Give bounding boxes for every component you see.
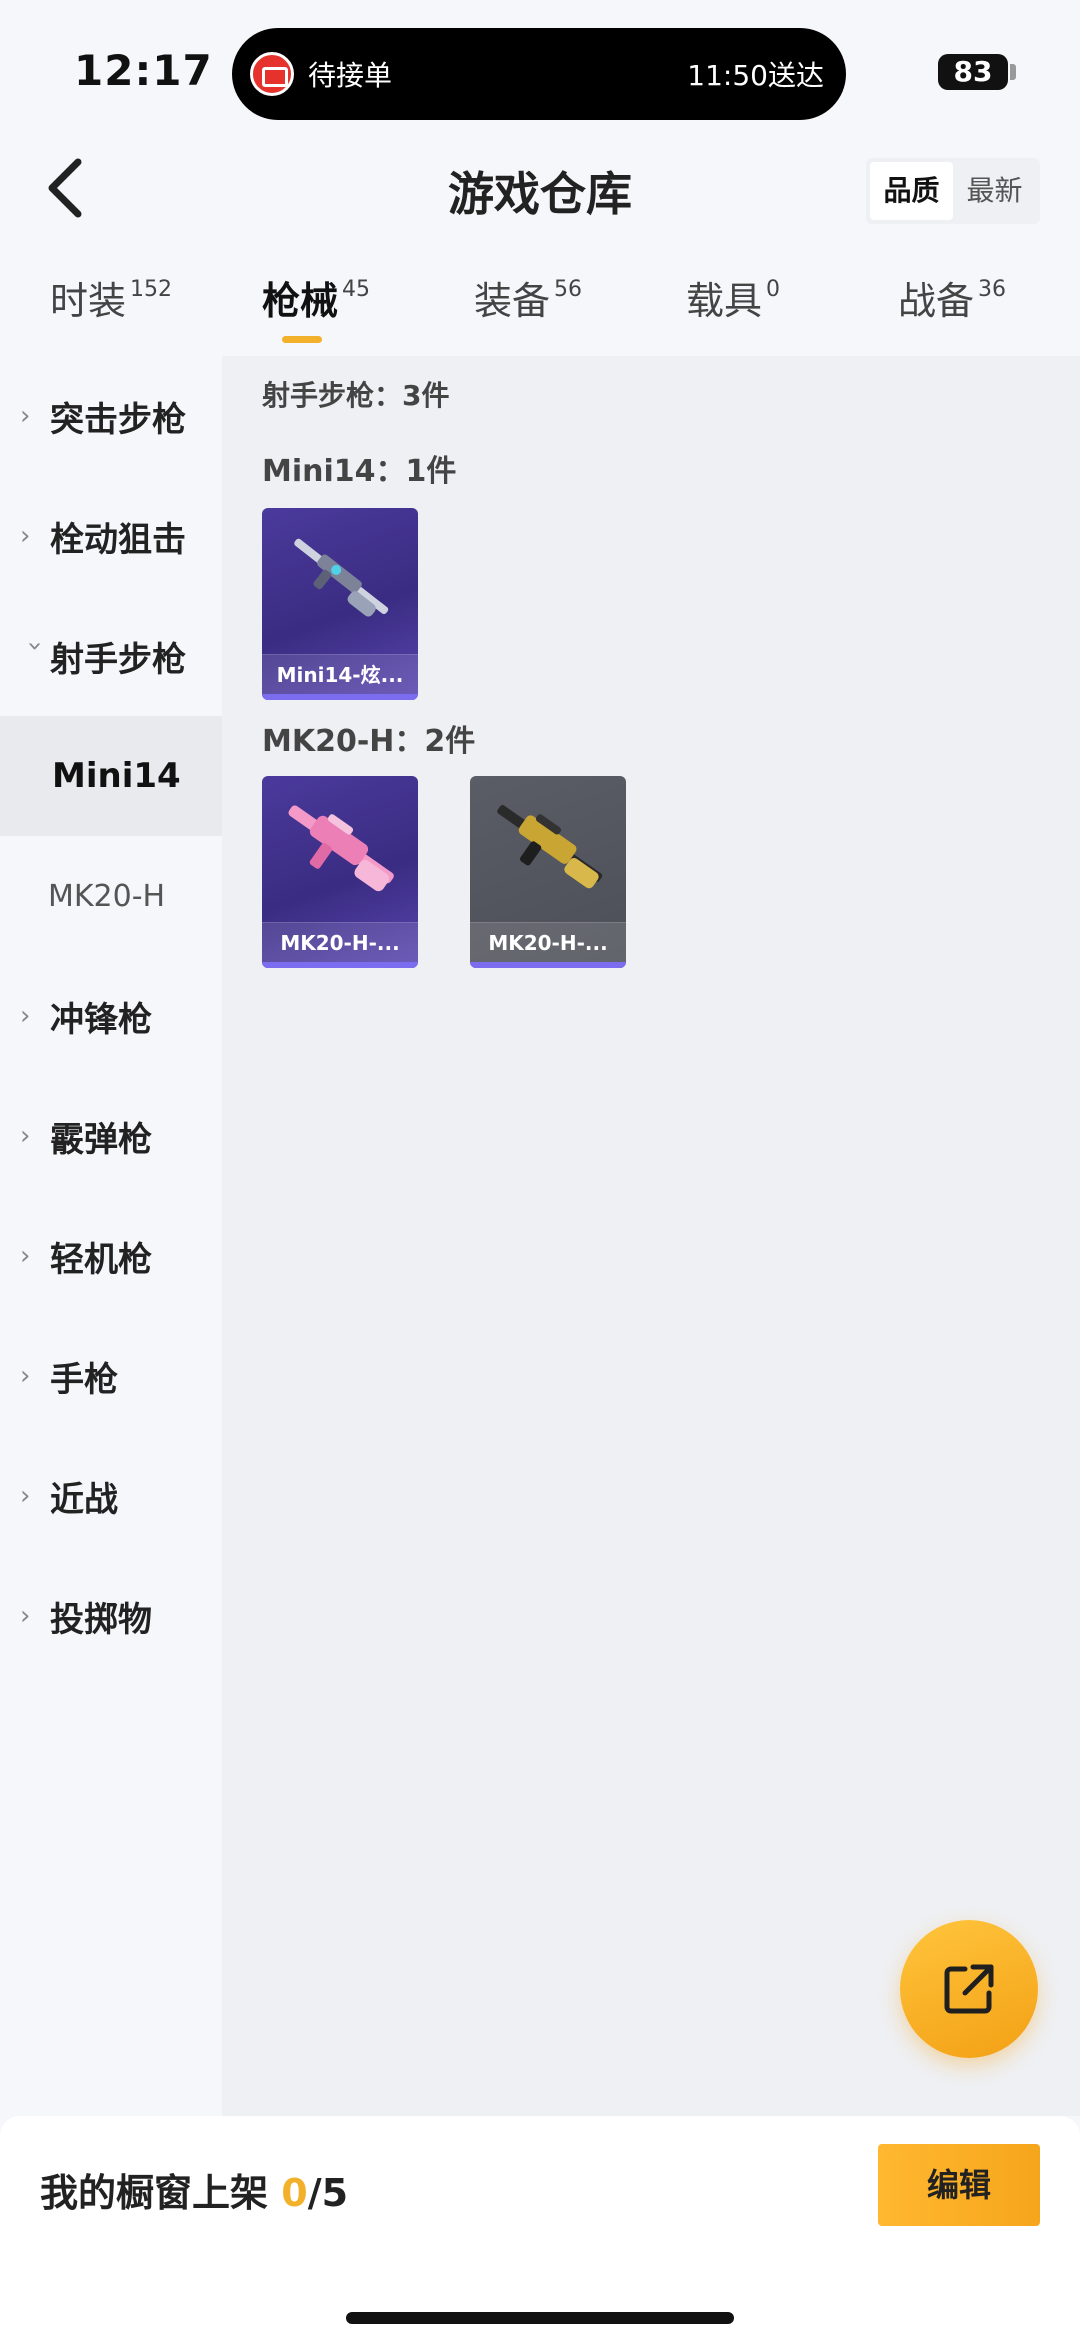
sidebar-item-throwable[interactable]: › 投掷物	[0, 1556, 222, 1676]
chevron-right-icon: ›	[20, 1481, 31, 1511]
chevron-right-icon: ›	[20, 1601, 31, 1631]
item-card-mk20h-gold[interactable]: MK20-H-...	[470, 776, 626, 968]
tab-count: 152	[130, 277, 173, 302]
share-fab-button[interactable]	[900, 1920, 1038, 2058]
showcase-count: 0	[281, 2171, 308, 2215]
sort-option-newest[interactable]: 最新	[953, 162, 1036, 220]
chevron-right-icon: ›	[20, 401, 31, 431]
group-title-mini14: Mini14：1件	[262, 454, 457, 489]
tab-label: 装备	[474, 279, 551, 323]
delivery-app-icon	[250, 52, 294, 96]
status-bar: 12:17 待接单 11:50送达 83	[0, 0, 1080, 130]
sidebar-subitem-mini14[interactable]: Mini14	[0, 716, 222, 836]
chevron-right-icon: ›	[20, 1241, 31, 1271]
sidebar-item-label: 轻机枪	[50, 1239, 152, 1280]
tab-vehicles[interactable]: 载具 0	[686, 270, 780, 356]
sort-toggle: 品质 最新	[866, 158, 1040, 224]
sidebar-subitem-label: Mini14	[52, 756, 181, 796]
item-card-mini14[interactable]: Mini14-炫...	[262, 508, 418, 700]
chevron-left-icon	[48, 158, 82, 218]
status-time: 12:17	[74, 46, 213, 95]
chevron-right-icon: ›	[20, 521, 31, 551]
rarity-bar	[262, 962, 418, 968]
sidebar-subitem-label: MK20-H	[48, 878, 166, 914]
sidebar-item-label: 近战	[50, 1479, 118, 1520]
rarity-bar	[470, 962, 626, 968]
group-title-mk20h: MK20-H：2件	[262, 724, 476, 759]
sidebar-item-marksman-rifle[interactable]: › 射手步枪	[0, 596, 222, 716]
tab-supplies[interactable]: 战备 36	[898, 270, 1006, 356]
sidebar-item-label: 投掷物	[50, 1599, 152, 1640]
tab-equipment[interactable]: 装备 56	[474, 270, 582, 356]
back-button[interactable]	[36, 148, 96, 228]
sidebar-item-pistol[interactable]: › 手枪	[0, 1316, 222, 1436]
showcase-bar: 我的橱窗上架 0/5 编辑	[0, 2116, 1080, 2341]
sidebar-subitem-mk20h[interactable]: MK20-H	[0, 836, 222, 956]
share-external-icon	[944, 1964, 994, 2014]
tab-label: 枪械	[262, 279, 339, 323]
dynamic-island[interactable]: 待接单 11:50送达	[232, 28, 846, 120]
item-card-label: Mini14-炫...	[262, 654, 418, 694]
active-tab-indicator	[282, 336, 322, 343]
tab-fashion[interactable]: 时装 152	[50, 270, 172, 356]
category-title: 射手步枪：3件	[262, 379, 450, 412]
battery-tip	[1010, 64, 1016, 80]
sidebar-item-smg[interactable]: › 冲锋枪	[0, 956, 222, 1076]
rarity-bar	[262, 694, 418, 700]
item-card-label: MK20-H-...	[262, 922, 418, 962]
rifle-image	[470, 776, 626, 922]
sidebar-item-assault-rifle[interactable]: › 突击步枪	[0, 356, 222, 476]
sidebar-item-shotgun[interactable]: › 霰弹枪	[0, 1076, 222, 1196]
item-grid-area: 射手步枪：3件 Mini14：1件 Mini14-炫... MK20-H：2件	[222, 356, 1080, 2116]
sidebar-item-label: 突击步枪	[50, 399, 186, 440]
showcase-label: 我的橱窗上架 0/5	[40, 2162, 348, 2217]
island-eta-label: 11:50送达	[687, 59, 824, 92]
sidebar-item-lmg[interactable]: › 轻机枪	[0, 1196, 222, 1316]
rifle-image	[262, 508, 418, 654]
sidebar-item-bolt-sniper[interactable]: › 栓动狙击	[0, 476, 222, 596]
tab-count: 36	[978, 277, 1007, 302]
tab-count: 56	[554, 277, 583, 302]
sidebar-item-label: 栓动狙击	[50, 519, 186, 560]
rifle-image	[262, 776, 418, 922]
item-card-mk20h-pink[interactable]: MK20-H-...	[262, 776, 418, 968]
island-status-label: 待接单	[308, 59, 393, 92]
tab-firearms[interactable]: 枪械 45	[262, 270, 370, 356]
tab-count: 0	[766, 277, 781, 302]
sidebar-item-label: 射手步枪	[50, 639, 186, 680]
category-tabs: 时装 152 枪械 45 装备 56 载具 0 战备 36	[0, 270, 1080, 356]
sidebar-item-label: 冲锋枪	[50, 999, 152, 1040]
tab-count: 45	[342, 277, 371, 302]
tab-label: 载具	[686, 279, 763, 323]
sidebar-item-melee[interactable]: › 近战	[0, 1436, 222, 1556]
home-indicator[interactable]	[346, 2312, 734, 2324]
showcase-label-text: 我的橱窗上架	[40, 2171, 282, 2215]
tab-label: 战备	[898, 279, 975, 323]
edit-button[interactable]: 编辑	[878, 2144, 1040, 2226]
sidebar-item-label: 手枪	[50, 1359, 118, 1400]
tab-label: 时装	[50, 279, 127, 323]
chevron-right-icon: ›	[20, 1001, 31, 1031]
battery-icon: 83	[938, 54, 1008, 90]
sidebar-item-label: 霰弹枪	[50, 1119, 152, 1160]
showcase-total: /5	[307, 2171, 349, 2215]
chevron-right-icon: ›	[20, 1361, 31, 1391]
chevron-right-icon: ›	[20, 1121, 31, 1151]
item-card-label: MK20-H-...	[470, 922, 626, 962]
sort-option-quality[interactable]: 品质	[870, 162, 953, 220]
chevron-down-icon: ›	[20, 641, 50, 652]
sidebar: › 突击步枪 › 栓动狙击 › 射手步枪 Mini14 MK20-H › 冲锋枪…	[0, 356, 222, 2116]
